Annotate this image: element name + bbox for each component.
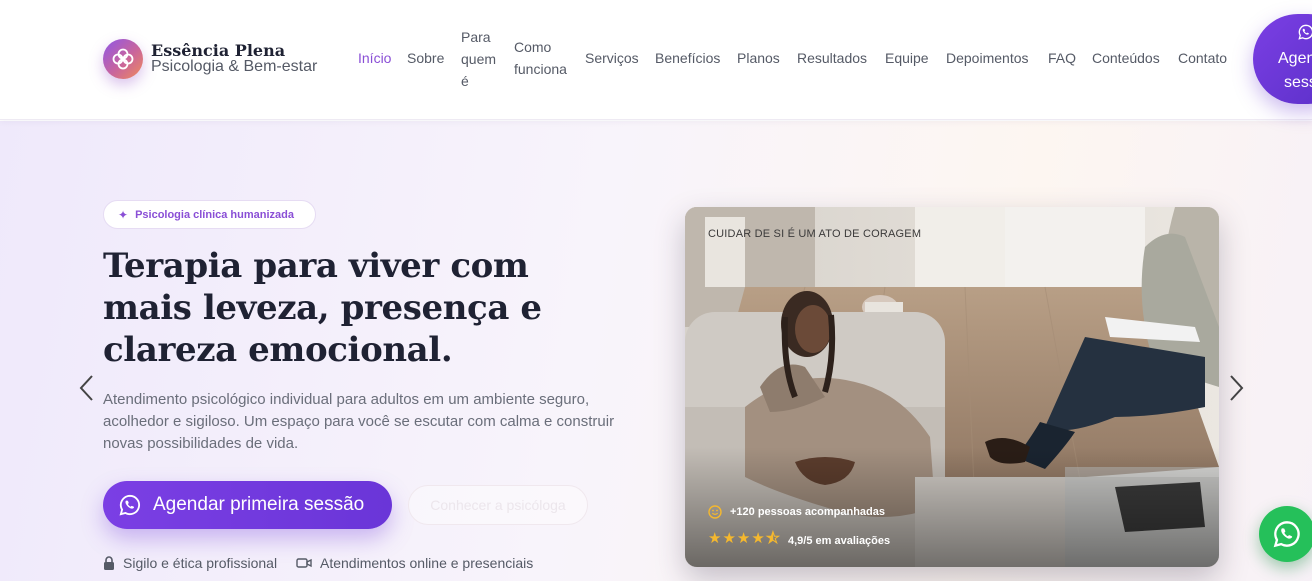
schedule-first-session-button[interactable]: Agendar primeira sessão <box>103 481 392 529</box>
star-rating-icon: ★★★★⯪ <box>708 530 781 547</box>
smile-icon <box>708 505 722 519</box>
whatsapp-icon <box>1298 24 1312 45</box>
site-header: Essência Plena Psicologia & Bem-estar In… <box>0 0 1312 120</box>
nav-faq[interactable]: FAQ <box>1048 47 1076 69</box>
hero-badge: ✦ Psicologia clínica humanizada <box>103 200 316 229</box>
stat-people-label: +120 pessoas acompanhadas <box>730 506 885 518</box>
hero-badge-label: Psicologia clínica humanizada <box>135 208 294 221</box>
photo-caption: CUIDAR DE SI É UM ATO DE CORAGEM <box>708 228 922 240</box>
whatsapp-float-button[interactable] <box>1259 506 1312 562</box>
nav-depoimentos[interactable]: Depoimentos <box>946 47 1029 69</box>
nav-equipe[interactable]: Equipe <box>885 47 929 69</box>
nav-como-funciona[interactable]: Como funciona <box>514 36 574 80</box>
meet-psychologist-button[interactable]: Conhecer a psicóloga <box>408 485 588 525</box>
stat-rating: ★★★★⯪ 4,9/5 em avaliações <box>708 528 890 553</box>
flower-icon <box>112 48 134 70</box>
nav-servicos[interactable]: Serviços <box>585 47 639 69</box>
hero-description: Atendimento psicológico individual para … <box>103 391 615 452</box>
header-cta-line1: Agen <box>1278 50 1312 67</box>
sparkle-icon: ✦ <box>118 207 129 222</box>
stat-rating-label: 4,9/5 em avaliações <box>788 534 891 547</box>
header-schedule-button[interactable]: Agen sess <box>1253 14 1312 104</box>
nav-beneficios[interactable]: Benefícios <box>655 47 720 69</box>
trust-item-online: Atendimentos online e presenciais <box>296 555 533 571</box>
stat-people: +120 pessoas acompanhadas <box>708 505 885 519</box>
logo-icon[interactable] <box>103 39 143 79</box>
nav-contato[interactable]: Contato <box>1178 47 1227 69</box>
carousel-next-arrow[interactable] <box>1226 373 1246 403</box>
nav-para-quem-e[interactable]: Para quem é <box>461 26 501 92</box>
hero-title: Terapia para viver com mais leveza, pres… <box>103 246 542 370</box>
nav-planos[interactable]: Planos <box>737 47 780 69</box>
whatsapp-icon <box>119 494 141 516</box>
trust-privacy-label: Sigilo e ética profissional <box>123 555 278 571</box>
nav-resultados[interactable]: Resultados <box>797 47 867 69</box>
trust-item-privacy: Sigilo e ética profissional <box>103 555 277 571</box>
lock-icon <box>103 556 115 570</box>
nav-conteudos[interactable]: Conteúdos <box>1092 47 1160 69</box>
nav-sobre[interactable]: Sobre <box>407 47 444 69</box>
whatsapp-icon <box>1273 521 1300 548</box>
video-icon <box>296 557 312 569</box>
schedule-button-label: Agendar primeira sessão <box>153 494 365 515</box>
carousel-prev-arrow[interactable] <box>77 373 97 403</box>
trust-online-label: Atendimentos online e presenciais <box>320 555 534 571</box>
brand-tagline: Psicologia & Bem-estar <box>151 58 318 75</box>
header-cta-line2: sess <box>1284 74 1312 91</box>
hero-photo-card: CUIDAR DE SI É UM ATO DE CORAGEM +120 pe… <box>685 207 1219 567</box>
nav-inicio[interactable]: Início <box>358 47 391 69</box>
